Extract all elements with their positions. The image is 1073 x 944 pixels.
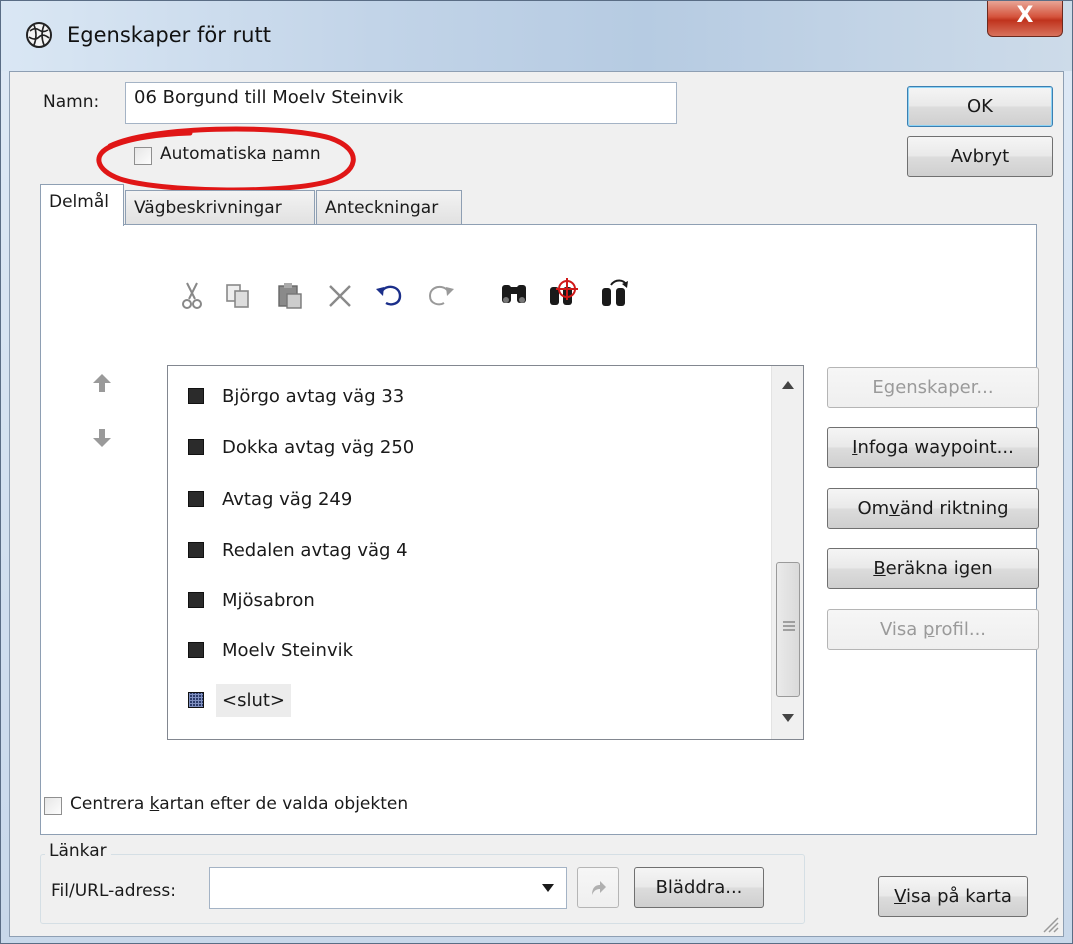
waypoint-square-icon (188, 439, 204, 455)
show-profile-button[interactable]: Visa profil... (827, 609, 1039, 650)
name-label: Namn: (43, 92, 100, 112)
waypoint-properties-button[interactable]: Egenskaper... (827, 367, 1039, 408)
list-scrollbar[interactable] (771, 366, 803, 739)
waypoint-square-icon (188, 491, 204, 507)
undo-icon[interactable] (373, 279, 407, 313)
route-properties-dialog: Egenskaper för rutt X Namn: 06 Borgund t… (0, 0, 1073, 944)
list-item[interactable]: Redalen avtag väg 4 (188, 529, 408, 571)
tab-vagbeskrivningar[interactable]: Vägbeskrivningar (125, 190, 315, 226)
forward-arrow-icon (592, 881, 606, 895)
cancel-button[interactable]: Avbryt (907, 136, 1053, 177)
browse-button[interactable]: Bläddra... (634, 867, 764, 908)
waypoint-label: Dokka avtag väg 250 (222, 436, 415, 458)
show-on-map-button[interactable]: Visa på karta (878, 876, 1028, 917)
waypoint-label: Redalen avtag väg 4 (222, 539, 408, 561)
list-item[interactable]: Mjösabron (188, 579, 315, 621)
list-item[interactable]: Avtag väg 249 (188, 478, 352, 520)
copy-icon[interactable] (221, 279, 255, 313)
tab-anteckningar[interactable]: Anteckningar (316, 190, 462, 226)
waypoint-label: Avtag väg 249 (222, 488, 353, 510)
waypoints-panel: Björgo avtag väg 33 Dokka avtag väg 250 … (40, 224, 1039, 835)
title-bar[interactable]: Egenskaper för rutt X (1, 1, 1072, 71)
waypoint-label: Björgo avtag väg 33 (222, 385, 405, 407)
scroll-thumb[interactable] (776, 562, 800, 697)
scroll-down-icon[interactable] (781, 713, 795, 723)
recalculate-button[interactable]: Beräkna igen (827, 548, 1039, 589)
window-title: Egenskaper för rutt (67, 23, 271, 47)
links-group-label: Länkar (45, 841, 111, 861)
scroll-up-icon[interactable] (781, 380, 795, 390)
url-label: Fil/URL-adress: (51, 881, 177, 901)
end-marker-icon (188, 692, 204, 708)
name-input[interactable]: 06 Borgund till Moelv Steinvik (125, 82, 677, 124)
insert-waypoint-button[interactable]: Infoga waypoint... (827, 427, 1039, 468)
resize-grip-icon[interactable] (1040, 914, 1060, 934)
move-up-icon[interactable] (91, 372, 113, 394)
waypoint-label: Moelv Steinvik (222, 639, 354, 661)
grip-icon (783, 621, 795, 631)
waypoint-square-icon (188, 542, 204, 558)
red-annotation-circle (96, 126, 356, 193)
chevron-down-icon[interactable] (541, 883, 555, 893)
delete-icon[interactable] (323, 279, 357, 313)
waypoint-label: Mjösabron (222, 589, 315, 611)
center-map-label[interactable]: Centrera kartan efter de valda objekten (70, 794, 408, 814)
url-input[interactable] (209, 867, 567, 909)
waypoint-square-icon (188, 642, 204, 658)
dialog-client: Namn: 06 Borgund till Moelv Steinvik OK … (9, 71, 1064, 937)
list-item[interactable]: <slut> (188, 679, 292, 721)
route-globe-icon (26, 22, 52, 48)
cut-icon[interactable] (175, 279, 209, 313)
paste-icon[interactable] (273, 279, 307, 313)
find-next-icon[interactable] (597, 277, 631, 311)
find-nearest-icon[interactable] (545, 277, 579, 311)
reverse-direction-button[interactable]: Omvänd riktning (827, 488, 1039, 529)
open-link-button[interactable] (577, 867, 619, 908)
redo-icon[interactable] (423, 279, 457, 313)
list-item[interactable]: Moelv Steinvik (188, 629, 353, 671)
move-down-icon[interactable] (91, 427, 113, 449)
list-item[interactable]: Dokka avtag väg 250 (188, 426, 414, 468)
center-map-checkbox[interactable] (44, 797, 62, 815)
links-group: Länkar Fil/URL-adress: Bläddra... (40, 841, 805, 924)
close-button[interactable]: X (987, 1, 1063, 37)
find-icon[interactable] (497, 277, 531, 311)
waypoint-list[interactable]: Björgo avtag väg 33 Dokka avtag väg 250 … (167, 365, 804, 740)
tab-delmal[interactable]: Delmål (40, 184, 124, 226)
waypoint-square-icon (188, 592, 204, 608)
ok-button[interactable]: OK (907, 86, 1053, 127)
close-icon: X (1016, 3, 1034, 28)
list-item[interactable]: Björgo avtag väg 33 (188, 375, 404, 417)
waypoint-square-icon (188, 388, 204, 404)
waypoint-label: <slut> (216, 683, 292, 717)
